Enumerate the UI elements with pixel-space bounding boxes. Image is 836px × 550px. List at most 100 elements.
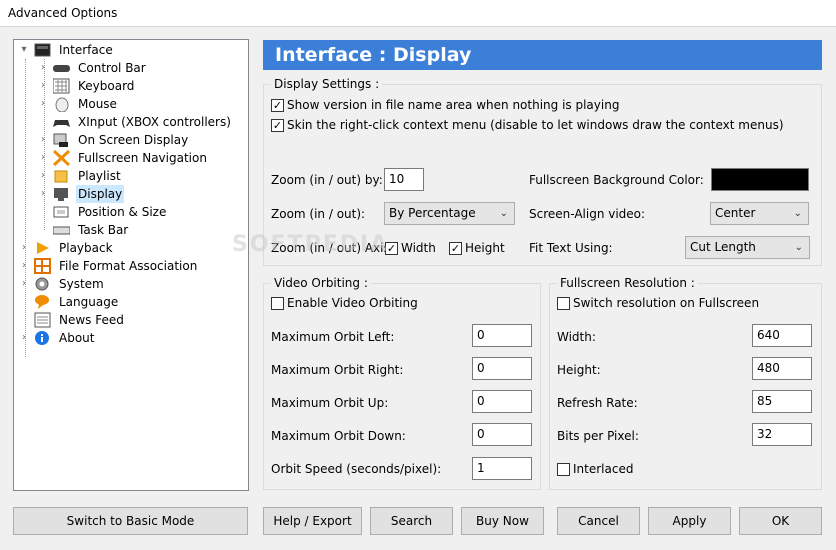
res-height-label: Height: bbox=[557, 363, 601, 377]
gear-icon bbox=[34, 276, 51, 292]
chevron-right-icon[interactable]: › bbox=[37, 167, 49, 185]
tree-item-playlist[interactable]: › Playlist bbox=[37, 167, 237, 185]
refresh-rate-input[interactable]: 85 bbox=[752, 390, 812, 413]
playlist-icon bbox=[53, 168, 70, 184]
control-bar-icon bbox=[53, 60, 70, 76]
cancel-button[interactable]: Cancel bbox=[557, 507, 640, 535]
fit-text-select[interactable]: Cut Length ⌄ bbox=[685, 236, 810, 259]
chevron-down-icon: ⌄ bbox=[499, 208, 508, 219]
options-tree[interactable]: ▾ Interface › Control Bar › Keyboard › M… bbox=[13, 39, 249, 491]
res-height-input[interactable]: 480 bbox=[752, 357, 812, 380]
tree-item-about[interactable]: › About bbox=[18, 329, 238, 347]
tree-item-label: System bbox=[59, 277, 104, 291]
tree-item-on-screen-display[interactable]: › On Screen Display bbox=[37, 131, 237, 149]
tree-item-display[interactable]: › Display bbox=[37, 185, 237, 203]
apply-button[interactable]: Apply bbox=[648, 507, 731, 535]
fullscreen-nav-icon bbox=[52, 149, 71, 167]
tree-item-label: XInput (XBOX controllers) bbox=[78, 115, 231, 129]
enable-orbiting-label: Enable Video Orbiting bbox=[287, 296, 418, 310]
orbit-right-input[interactable]: 0 bbox=[472, 357, 532, 380]
axis-height-checkbox[interactable]: ✓ bbox=[449, 242, 462, 255]
osd-icon bbox=[53, 132, 70, 148]
enable-orbiting-checkbox[interactable] bbox=[271, 297, 284, 310]
chevron-right-icon[interactable]: › bbox=[37, 95, 49, 113]
help-export-button[interactable]: Help / Export bbox=[263, 507, 362, 535]
switch-resolution-label: Switch resolution on Fullscreen bbox=[573, 296, 760, 310]
keyboard-icon bbox=[52, 78, 70, 94]
watermark: SOFTPEDIA bbox=[232, 232, 390, 257]
tree-item-playback[interactable]: › Playback bbox=[18, 239, 238, 257]
chevron-right-icon[interactable]: › bbox=[18, 329, 30, 347]
chevron-right-icon[interactable]: › bbox=[18, 257, 30, 275]
chevron-right-icon[interactable]: › bbox=[18, 275, 30, 293]
gamepad-icon bbox=[53, 114, 70, 130]
zoom-mode-label: Zoom (in / out): bbox=[271, 207, 366, 221]
chevron-right-icon[interactable]: › bbox=[37, 59, 49, 77]
orbit-left-input[interactable]: 0 bbox=[472, 324, 532, 347]
switch-basic-mode-button[interactable]: Switch to Basic Mode bbox=[13, 507, 248, 535]
buy-now-button[interactable]: Buy Now bbox=[461, 507, 544, 535]
chevron-down-icon[interactable]: ▾ bbox=[18, 41, 30, 59]
file-format-icon bbox=[34, 258, 51, 274]
tree-item-interface[interactable]: ▾ Interface bbox=[18, 41, 238, 59]
tree-item-file-format[interactable]: › File Format Association bbox=[18, 257, 238, 275]
fullscreen-resolution-title: Fullscreen Resolution : bbox=[557, 276, 698, 290]
switch-resolution-checkbox[interactable] bbox=[557, 297, 570, 310]
tree-item-label: Control Bar bbox=[78, 61, 146, 75]
bits-per-pixel-label: Bits per Pixel: bbox=[557, 429, 639, 443]
video-orbiting-title: Video Orbiting : bbox=[271, 276, 371, 290]
show-version-checkbox[interactable]: ✓ bbox=[271, 99, 284, 112]
tree-item-label: About bbox=[59, 331, 95, 345]
tree-item-label: File Format Association bbox=[59, 259, 198, 273]
interlaced-label: Interlaced bbox=[573, 462, 634, 476]
tree-item-language[interactable]: Language bbox=[18, 293, 238, 311]
tree-item-xinput[interactable]: XInput (XBOX controllers) bbox=[37, 113, 237, 131]
skin-context-label: Skin the right-click context menu (disab… bbox=[287, 118, 784, 132]
chevron-right-icon[interactable]: › bbox=[37, 77, 49, 95]
res-width-input[interactable]: 640 bbox=[752, 324, 812, 347]
zoom-by-input[interactable]: 10 bbox=[384, 168, 424, 191]
tree-item-label: Playback bbox=[59, 241, 113, 255]
orbit-down-input[interactable]: 0 bbox=[472, 423, 532, 446]
page-title: Interface : Display bbox=[263, 40, 822, 70]
chevron-right-icon[interactable]: › bbox=[37, 185, 49, 203]
tree-item-position-size[interactable]: Position & Size bbox=[37, 203, 237, 221]
tree-item-news-feed[interactable]: News Feed bbox=[18, 311, 238, 329]
tree-item-keyboard[interactable]: › Keyboard bbox=[37, 77, 237, 95]
mouse-icon bbox=[53, 96, 70, 113]
tree-item-fullscreen-navigation[interactable]: › Fullscreen Navigation bbox=[37, 149, 237, 167]
show-version-label: Show version in file name area when noth… bbox=[287, 98, 620, 112]
tree-item-control-bar[interactable]: › Control Bar bbox=[37, 59, 237, 77]
info-icon bbox=[34, 330, 51, 346]
language-icon bbox=[34, 294, 51, 310]
chevron-right-icon[interactable]: › bbox=[37, 131, 49, 149]
tree-item-label: Display bbox=[76, 185, 125, 203]
tree-item-label: Language bbox=[59, 295, 119, 309]
skin-context-checkbox[interactable]: ✓ bbox=[271, 119, 284, 132]
ok-button[interactable]: OK bbox=[739, 507, 822, 535]
tree-item-label: Playlist bbox=[78, 169, 121, 183]
chevron-right-icon[interactable]: › bbox=[37, 149, 49, 167]
interlaced-checkbox[interactable] bbox=[557, 463, 570, 476]
tree-item-mouse[interactable]: › Mouse bbox=[37, 95, 237, 113]
orbit-speed-label: Orbit Speed (seconds/pixel): bbox=[271, 462, 442, 476]
bits-per-pixel-input[interactable]: 32 bbox=[752, 423, 812, 446]
tree-item-system[interactable]: › System bbox=[18, 275, 238, 293]
news-icon bbox=[34, 312, 51, 328]
orbit-up-input[interactable]: 0 bbox=[472, 390, 532, 413]
zoom-by-label: Zoom (in / out) by: bbox=[271, 173, 383, 187]
tree-item-label: Position & Size bbox=[78, 205, 167, 219]
orbit-up-label: Maximum Orbit Up: bbox=[271, 396, 389, 410]
orbit-speed-input[interactable]: 1 bbox=[472, 457, 532, 480]
tree-item-task-bar[interactable]: Task Bar bbox=[37, 221, 237, 239]
axis-width-label: Width bbox=[401, 241, 436, 255]
zoom-mode-select[interactable]: By Percentage ⌄ bbox=[384, 202, 515, 225]
chevron-right-icon[interactable]: › bbox=[18, 239, 30, 257]
search-button[interactable]: Search bbox=[370, 507, 453, 535]
align-select[interactable]: Center ⌄ bbox=[710, 202, 809, 225]
bg-color-swatch[interactable] bbox=[711, 168, 809, 191]
tree-item-label: Fullscreen Navigation bbox=[78, 151, 207, 165]
tree-item-label: Task Bar bbox=[78, 223, 129, 237]
refresh-rate-label: Refresh Rate: bbox=[557, 396, 638, 410]
position-size-icon bbox=[53, 204, 70, 220]
